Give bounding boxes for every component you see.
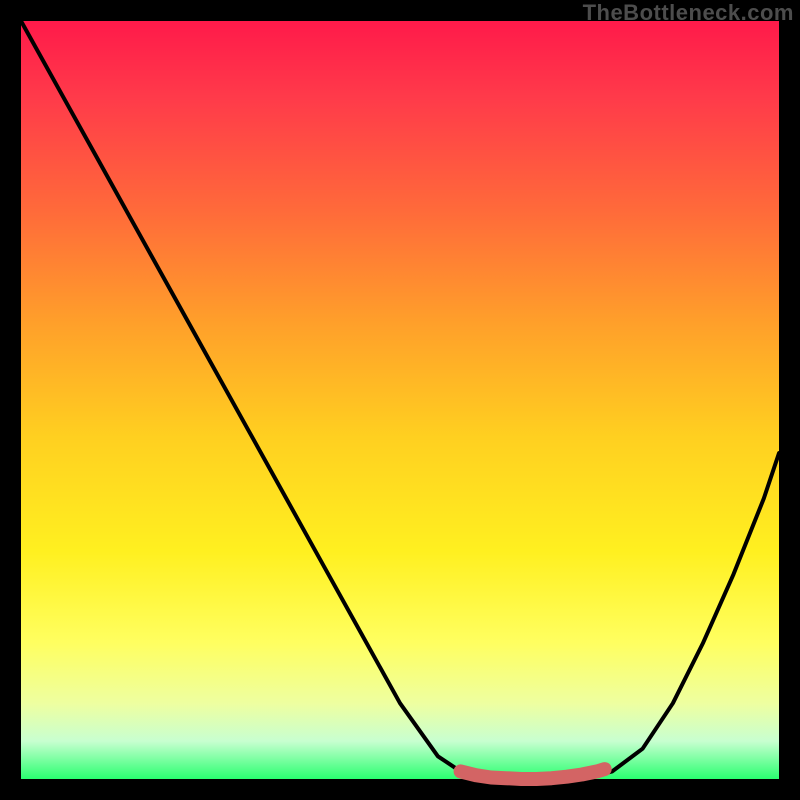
chart-frame (18, 18, 782, 782)
chart-plot-area (21, 21, 779, 779)
chart-svg (21, 21, 779, 779)
bottleneck-curve (21, 21, 779, 779)
highlight-end-dot (599, 763, 611, 775)
highlight-segment (461, 769, 605, 779)
watermark-text: TheBottleneck.com (583, 0, 794, 26)
